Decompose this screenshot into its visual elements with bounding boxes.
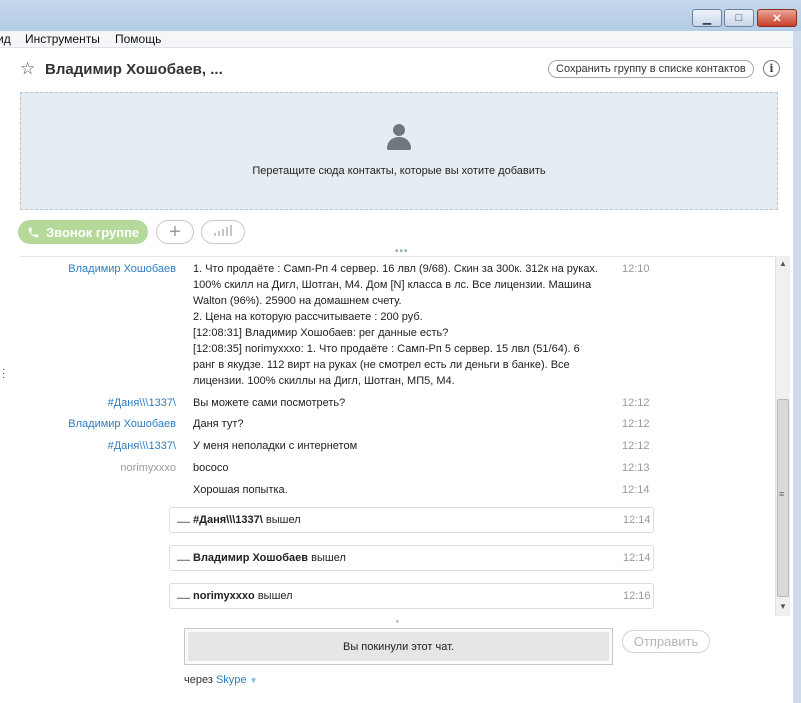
close-button[interactable]: ✕ xyxy=(757,9,797,27)
event-action: вышел xyxy=(311,552,346,564)
group-call-button[interactable]: Звонок группе xyxy=(18,220,148,244)
group-call-label: Звонок группе xyxy=(46,224,140,240)
drop-zone-text: Перетащите сюда контакты, которые вы хот… xyxy=(252,165,546,177)
info-icon[interactable]: i xyxy=(763,60,780,77)
grip-icon: ≡ xyxy=(779,489,785,499)
participant-left-event: — norimyxxxo вышел 12:16 xyxy=(169,583,654,609)
participant-left-event: — Владимир Хошобаев вышел 12:14 xyxy=(169,545,654,571)
collapse-icon[interactable]: — xyxy=(177,552,190,567)
event-text: #Даня\\\1337\ вышел xyxy=(193,514,301,526)
save-group-button[interactable]: Сохранить группу в списке контактов xyxy=(548,60,754,78)
close-icon: ✕ xyxy=(772,12,782,25)
divider xyxy=(20,256,775,257)
send-button[interactable]: Отправить xyxy=(622,630,710,653)
event-participant: Владимир Хошобаев xyxy=(193,552,309,564)
event-participant: norimyxxxo xyxy=(193,590,255,602)
maximize-icon: □ xyxy=(735,12,743,24)
window-frame xyxy=(793,31,801,703)
message-text: bococo xyxy=(193,462,229,474)
event-time: 12:16 xyxy=(623,590,651,602)
resize-handle-icon[interactable]: · · · xyxy=(2,365,5,383)
event-text: norimyxxxo вышел xyxy=(193,590,293,602)
chevron-down-icon[interactable]: ▼ xyxy=(250,676,258,685)
plus-icon: + xyxy=(169,220,181,243)
signal-bar-icon xyxy=(222,229,224,236)
via-prefix: через xyxy=(184,674,213,686)
event-time: 12:14 xyxy=(623,552,651,564)
message-text: У меня неполадки с интернетом xyxy=(193,440,358,452)
event-text: Владимир Хошобаев вышел xyxy=(193,552,346,564)
add-participant-button[interactable]: + xyxy=(156,220,194,244)
person-icon xyxy=(387,124,411,150)
message-time: 12:13 xyxy=(622,462,650,474)
scroll-down-icon[interactable]: ▼ xyxy=(779,602,787,611)
resize-dot-icon[interactable]: • xyxy=(396,617,399,626)
message-time: 12:12 xyxy=(622,440,650,452)
event-participant: #Даня\\\1337\ xyxy=(193,514,263,526)
collapse-icon[interactable]: — xyxy=(177,514,190,529)
menu-item-tools[interactable]: Инструменты xyxy=(25,32,100,46)
scroll-thumb[interactable]: ≡ xyxy=(777,399,789,597)
signal-bar-icon xyxy=(218,231,220,236)
maximize-button[interactable]: □ xyxy=(724,9,754,27)
star-icon[interactable]: ☆ xyxy=(20,59,35,79)
message-line: 2. Цена на которую рассчитываете : 200 р… xyxy=(193,311,423,323)
menu-bar: ид Инструменты Помощь xyxy=(0,31,793,48)
menu-item-view[interactable]: ид xyxy=(0,32,11,46)
message-text: Даня тут? xyxy=(193,418,244,430)
scroll-up-icon[interactable]: ▲ xyxy=(779,259,787,268)
message-sender[interactable]: #Даня\\\1337\ xyxy=(108,397,176,409)
call-quality-button[interactable] xyxy=(201,220,245,244)
event-action: вышел xyxy=(257,590,293,602)
message-time: 12:12 xyxy=(622,418,650,430)
message-sender[interactable]: Владимир Хошобаев xyxy=(68,418,176,430)
message-sender[interactable]: Владимир Хошобаев xyxy=(68,263,176,275)
minimize-icon: ▁ xyxy=(702,12,712,25)
signal-bar-icon xyxy=(214,233,216,236)
message-line: [12:08:31] Владимир Хошобаев: рег данные… xyxy=(193,327,449,339)
message-sender[interactable]: norimyxxxo xyxy=(120,462,176,474)
window-titlebar: ▁ □ ✕ xyxy=(0,0,801,31)
message-line: 1. Что продаёте : Самп-Рп 4 сервер. 16 л… xyxy=(193,263,598,307)
via-selector[interactable]: через Skype ▼ xyxy=(184,674,258,686)
menu-item-help[interactable]: Помощь xyxy=(115,32,161,46)
participant-left-event: — #Даня\\\1337\ вышел 12:14 xyxy=(169,507,654,533)
message-time: 12:12 xyxy=(622,397,650,409)
event-action: вышел xyxy=(265,514,301,526)
collapse-icon[interactable]: — xyxy=(177,590,190,605)
left-chat-notice: Вы покинули этот чат. xyxy=(184,628,613,665)
event-time: 12:14 xyxy=(623,514,651,526)
message-text: Вы можете сами посмотреть? xyxy=(193,397,346,409)
minimize-button[interactable]: ▁ xyxy=(692,9,722,27)
chat-scrollbar[interactable]: ▲ ≡ ▼ xyxy=(775,256,790,616)
message-text: 1. Что продаёте : Самп-Рп 4 сервер. 16 л… xyxy=(193,261,603,389)
conversation-title: Владимир Хошобаев, ... xyxy=(45,61,223,78)
message-text: Хорошая попытка. xyxy=(193,484,288,496)
via-service[interactable]: Skype xyxy=(216,674,247,686)
contact-drop-zone[interactable] xyxy=(20,92,778,210)
message-time: 12:10 xyxy=(622,263,650,275)
phone-icon xyxy=(28,227,39,237)
signal-bar-icon xyxy=(226,227,228,236)
message-sender[interactable]: #Даня\\\1337\ xyxy=(108,440,176,452)
message-time: 12:14 xyxy=(622,484,650,496)
message-line: [12:08:35] norimyxxxo: 1. Что продаёте :… xyxy=(193,343,580,387)
signal-bar-icon xyxy=(230,225,232,236)
left-chat-text: Вы покинули этот чат. xyxy=(188,632,609,661)
